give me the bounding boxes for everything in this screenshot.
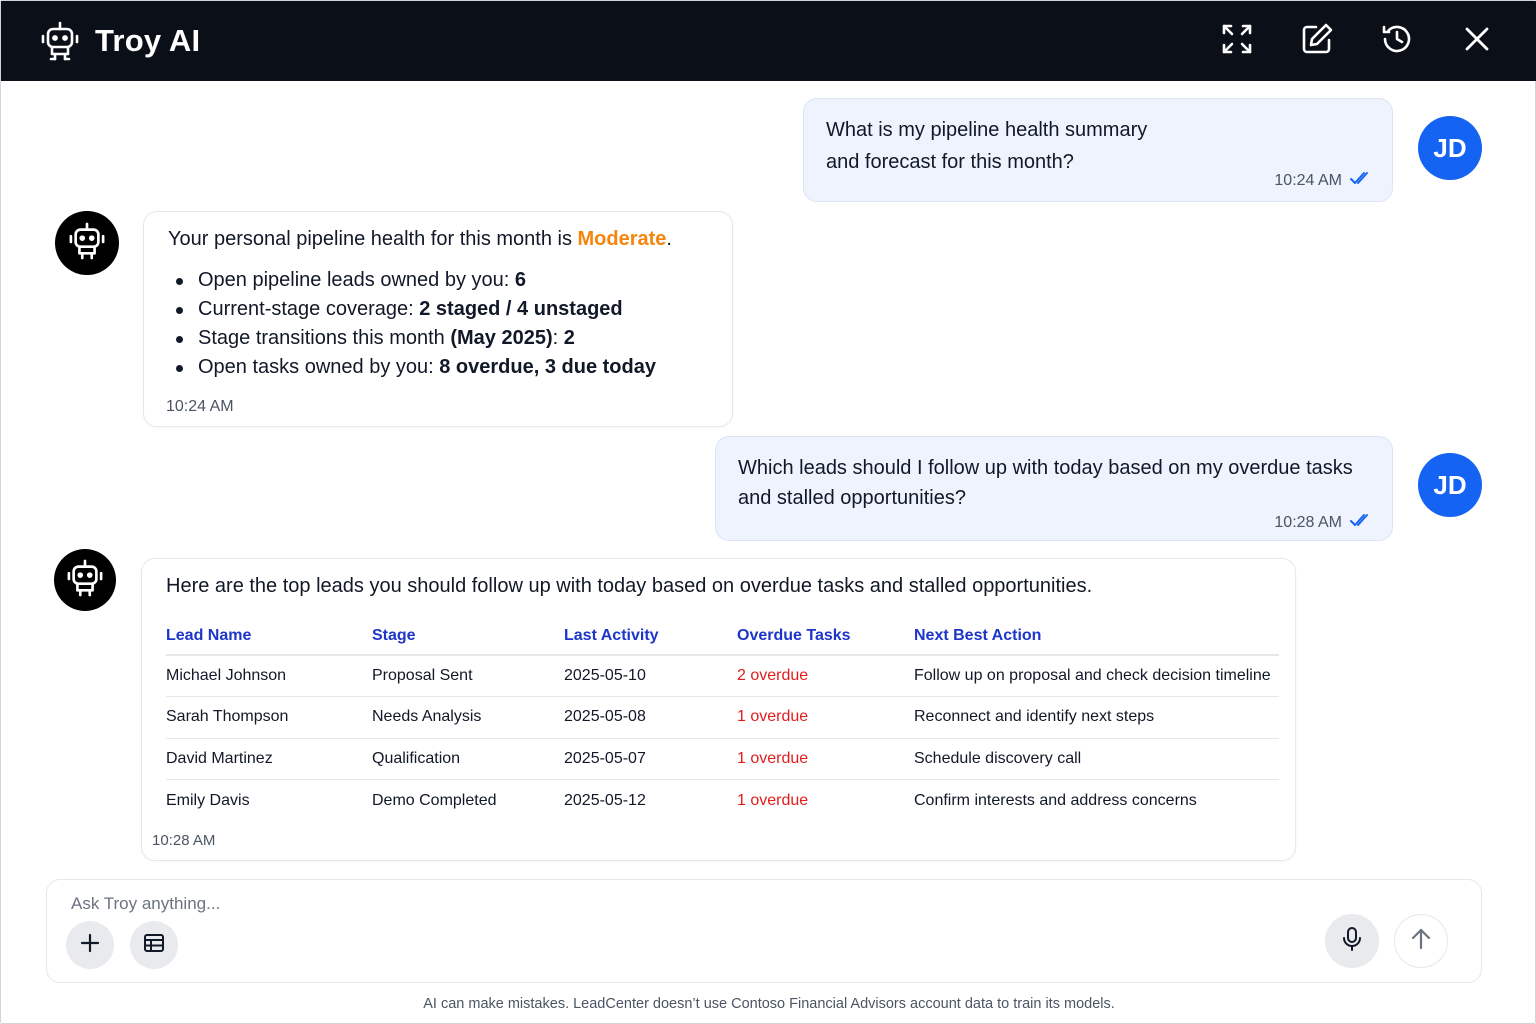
close-icon: [1460, 22, 1494, 61]
message-time: 10:28 AM: [1274, 513, 1342, 531]
summary-text: Your personal pipeline health for this m…: [168, 228, 578, 250]
message-time: 10:24 AM: [1274, 171, 1342, 189]
close-button[interactable]: [1457, 21, 1497, 61]
column-header: Next Best Action: [914, 617, 1279, 656]
message-text: Here are the top leads you should follow…: [166, 575, 1093, 597]
stage-cell: Qualification: [372, 738, 564, 780]
metric-value: 8 overdue, 3 due today: [439, 356, 656, 378]
last-activity-cell: 2025-05-08: [564, 696, 737, 739]
bot-avatar: [55, 211, 119, 275]
ai-disclaimer: AI can make mistakes. LeadCenter doesn’t…: [423, 996, 1115, 1012]
metric-label: Stage transitions this month: [198, 327, 451, 349]
app-title: Troy AI: [95, 23, 201, 58]
column-header: Lead Name: [166, 617, 372, 656]
user-avatar: JD: [1418, 453, 1482, 517]
chat-input[interactable]: [71, 890, 1171, 918]
new-chat-button[interactable]: [1297, 21, 1337, 61]
message-text-line: Which leads should I follow up with toda…: [738, 457, 1353, 479]
last-activity-cell: 2025-05-07: [564, 738, 737, 780]
message-time: 10:28 AM: [152, 832, 216, 849]
send-arrow-icon: [1410, 927, 1432, 956]
read-receipt-icon: [1350, 171, 1372, 190]
table-row: Sarah Thompson Needs Analysis 2025-05-08…: [166, 696, 1279, 739]
robot-icon: [67, 559, 103, 602]
list-item: Stage transitions this month (May 2025):…: [174, 324, 656, 353]
read-receipt-icon: [1350, 513, 1372, 532]
metric-period: (May 2025): [450, 327, 553, 349]
user-avatar: JD: [1418, 116, 1482, 180]
next-action-cell: Reconnect and identify next steps: [914, 696, 1279, 739]
table-header-row: Lead Name Stage Last Activity Overdue Ta…: [166, 617, 1279, 656]
add-attachment-button[interactable]: [66, 921, 114, 969]
lead-name-cell: Sarah Thompson: [166, 696, 372, 739]
metric-value: 6: [514, 269, 527, 291]
next-action-cell: Confirm interests and address concerns: [914, 791, 1197, 809]
stage-cell: Demo Completed: [372, 791, 497, 809]
robot-icon: [41, 21, 79, 61]
message-time: 10:24 AM: [166, 398, 234, 415]
next-action-cell: Schedule discovery call: [914, 738, 1279, 780]
plus-icon: [79, 932, 101, 959]
header-bar: Troy AI: [1, 1, 1536, 81]
lead-name-cell: David Martinez: [166, 738, 372, 780]
last-activity-cell: 2025-05-10: [564, 655, 737, 697]
history-button[interactable]: [1377, 21, 1417, 61]
metric-value: 2: [563, 327, 575, 349]
bot-avatar: [54, 549, 116, 611]
history-icon: [1380, 22, 1414, 61]
column-header: Last Activity: [564, 617, 737, 656]
summary-punctuation: .: [666, 228, 672, 250]
overdue-tasks-cell: 2 overdue: [737, 655, 914, 697]
overdue-tasks-cell: 1 overdue: [737, 738, 914, 780]
bot-message-bubble: Your personal pipeline health for this m…: [143, 211, 733, 427]
column-header: Overdue Tasks: [737, 617, 914, 656]
pipeline-health-summary: Your personal pipeline health for this m…: [168, 228, 672, 251]
user-message-bubble: What is my pipeline health summary and f…: [803, 98, 1393, 202]
lead-name-cell: Michael Johnson: [166, 655, 372, 697]
column-header: Stage: [372, 617, 564, 656]
expand-button[interactable]: [1217, 21, 1257, 61]
message-text-line: What is my pipeline health summary: [826, 119, 1148, 141]
health-status-badge: Moderate: [577, 228, 667, 250]
metric-label: Current-stage coverage:: [198, 298, 420, 320]
lead-name-cell: Emily Davis: [166, 791, 250, 809]
metric-separator: :: [552, 327, 564, 349]
list-item: Current-stage coverage: 2 staged / 4 uns…: [174, 295, 656, 324]
last-activity-cell: 2025-05-12: [564, 791, 646, 809]
table-insert-button[interactable]: [130, 921, 178, 969]
next-action-cell: Follow up on proposal and check decision…: [914, 655, 1279, 697]
expand-icon: [1220, 22, 1254, 61]
table-row: David Martinez Qualification 2025-05-07 …: [166, 738, 1279, 780]
table-row: Emily Davis Demo Completed 2025-05-12 1 …: [166, 780, 1279, 822]
message-text-line: and stalled opportunities?: [738, 487, 966, 509]
edit-icon: [1300, 22, 1334, 61]
metric-label: Open tasks owned by you:: [198, 356, 440, 378]
overdue-tasks-cell: 1 overdue: [737, 696, 914, 739]
message-text-line: and forecast for this month?: [826, 151, 1074, 173]
robot-icon: [69, 222, 105, 265]
bot-message-bubble: Here are the top leads you should follow…: [141, 558, 1296, 861]
list-item: Open tasks owned by you: 8 overdue, 3 du…: [174, 353, 656, 382]
list-item: Open pipeline leads owned by you: 6: [174, 266, 656, 295]
table-row: Michael Johnson Proposal Sent 2025-05-10…: [166, 655, 1279, 697]
stage-cell: Needs Analysis: [372, 696, 564, 739]
microphone-icon: [1341, 926, 1363, 957]
voice-input-button[interactable]: [1325, 914, 1379, 968]
pipeline-metrics-list: Open pipeline leads owned by you: 6 Curr…: [174, 266, 656, 382]
overdue-tasks-cell: 1 overdue: [737, 791, 809, 809]
table-icon: [143, 932, 165, 959]
metric-label: Open pipeline leads owned by you:: [198, 269, 515, 291]
message-composer: [46, 879, 1482, 983]
follow-up-leads-table: Lead Name Stage Last Activity Overdue Ta…: [166, 617, 1279, 821]
send-button[interactable]: [1394, 914, 1448, 968]
metric-value: 2 staged / 4 unstaged: [419, 298, 623, 320]
stage-cell: Proposal Sent: [372, 655, 564, 697]
user-message-bubble: Which leads should I follow up with toda…: [715, 436, 1393, 541]
chat-window: Troy AI What is my pipeline health summa…: [0, 0, 1536, 1024]
